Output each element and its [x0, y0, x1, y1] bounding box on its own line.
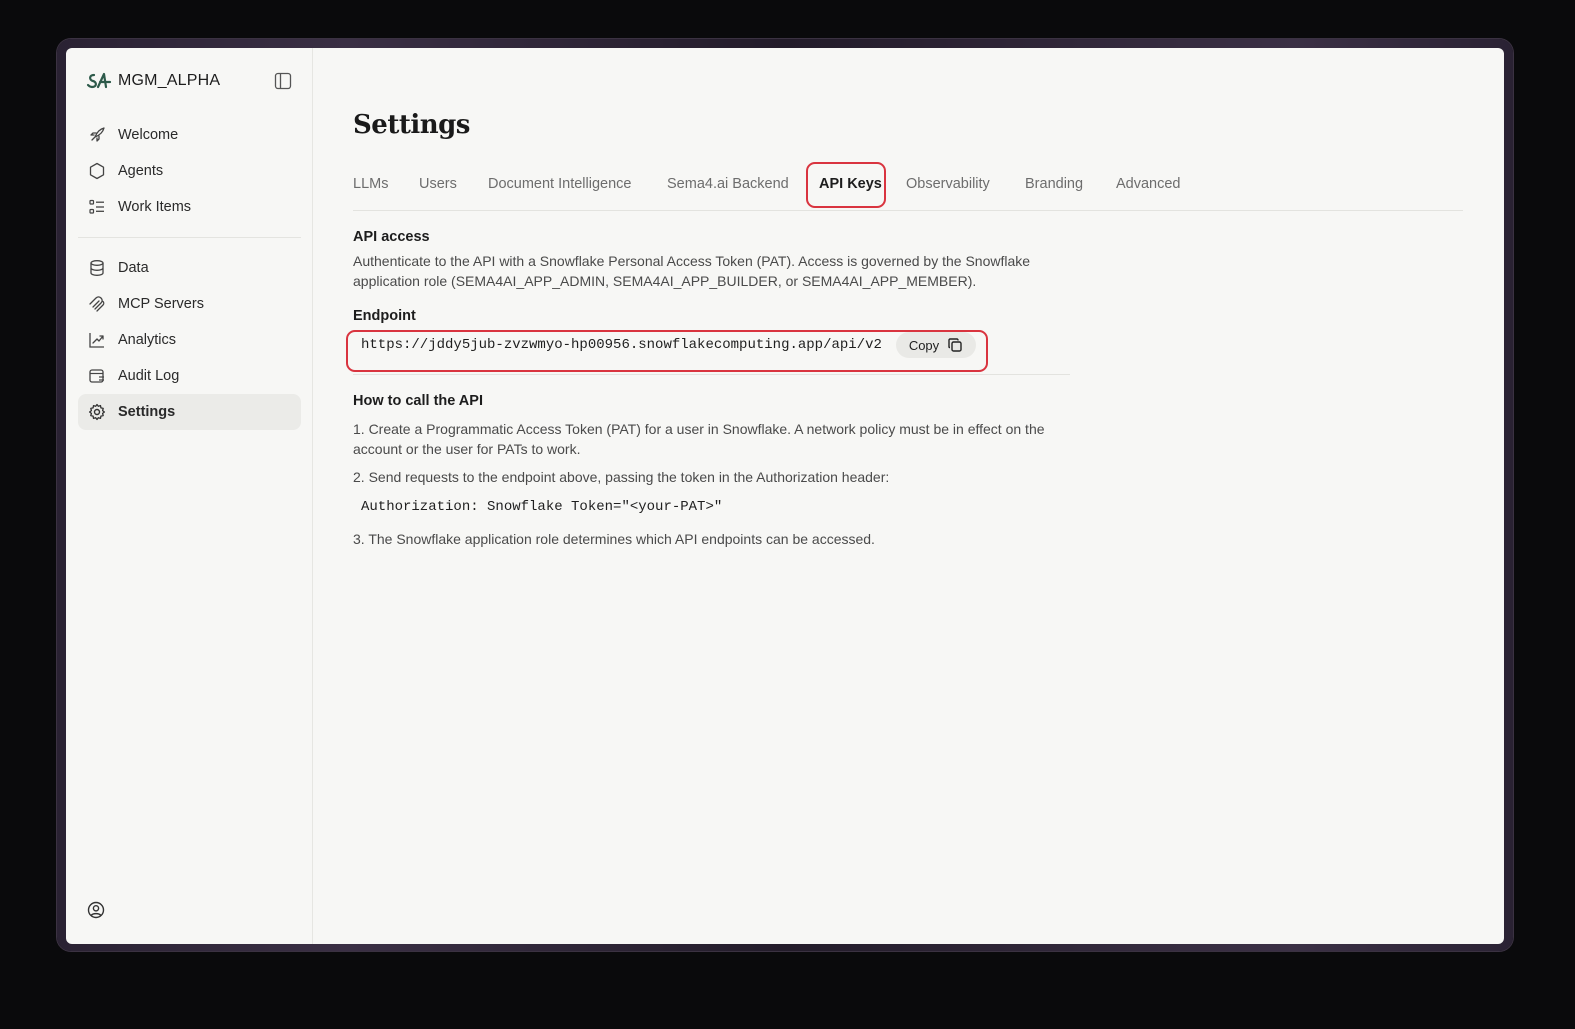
- rocket-icon: [90, 127, 105, 142]
- sema4-logo-icon: [86, 72, 112, 89]
- copy-icon: [948, 338, 962, 352]
- page-title: Settings: [353, 110, 470, 140]
- log-icon: [89, 369, 104, 383]
- copy-button[interactable]: Copy: [896, 332, 976, 358]
- sidebar-item-agents[interactable]: Agents: [78, 153, 301, 189]
- tab-users[interactable]: Users: [419, 162, 457, 206]
- main-content: Settings LLMs Users Document Intelligenc…: [346, 48, 1504, 944]
- settings-tabs: LLMs Users Document Intelligence Sema4.a…: [353, 162, 1463, 211]
- sidebar-item-label: Analytics: [118, 332, 177, 348]
- sidebar-item-settings[interactable]: Settings: [78, 394, 301, 430]
- sidebar-item-label: Welcome: [118, 127, 179, 143]
- endpoint-url[interactable]: https://jddy5jub-zvzwmyo-hp00956.snowfla…: [361, 336, 882, 354]
- tab-sema4ai-backend[interactable]: Sema4.ai Backend: [667, 162, 789, 206]
- tab-document-intelligence[interactable]: Document Intelligence: [488, 162, 631, 206]
- how-to-title: How to call the API: [353, 393, 483, 409]
- database-icon: [90, 260, 104, 276]
- tab-advanced[interactable]: Advanced: [1116, 162, 1181, 206]
- sidebar-item-welcome[interactable]: Welcome: [78, 117, 301, 153]
- api-access-title: API access: [353, 229, 430, 245]
- sidebar-item-audit-log[interactable]: Audit Log: [78, 358, 301, 394]
- sidebar: MGM_ALPHA Welcome Agents Work Items Data: [66, 48, 313, 944]
- sidebar-item-label: Data: [118, 260, 149, 276]
- chart-icon: [89, 333, 104, 348]
- sidebar-item-data[interactable]: Data: [78, 250, 301, 286]
- sidebar-item-work-items[interactable]: Work Items: [78, 189, 301, 225]
- sidebar-item-analytics[interactable]: Analytics: [78, 322, 301, 358]
- copy-button-label: Copy: [908, 337, 940, 353]
- api-access-description: Authenticate to the API with a Snowflake…: [353, 253, 1031, 289]
- tab-llms[interactable]: LLMs: [353, 162, 388, 206]
- sidebar-item-mcp-servers[interactable]: MCP Servers: [78, 286, 301, 322]
- sidebar-item-label: Agents: [118, 163, 164, 179]
- sidebar-item-label: MCP Servers: [118, 296, 204, 312]
- sidebar-item-label: Work Items: [118, 199, 192, 215]
- how-to-step-1: 1. Create a Programmatic Access Token (P…: [353, 421, 1045, 457]
- sidebar-item-label: Settings: [118, 404, 176, 420]
- section-divider: [353, 374, 1070, 375]
- brand[interactable]: MGM_ALPHA: [86, 70, 220, 92]
- sidebar-toggle-icon[interactable]: [274, 72, 292, 90]
- list-icon: [89, 199, 104, 214]
- tab-branding[interactable]: Branding: [1025, 162, 1083, 206]
- sidebar-item-label: Audit Log: [118, 368, 180, 384]
- how-to-step-2: 2. Send requests to the endpoint above, …: [353, 469, 890, 485]
- user-account-icon[interactable]: [86, 900, 106, 920]
- app-window: MGM_ALPHA Welcome Agents Work Items Data: [66, 48, 1504, 944]
- sidebar-nav-top: Welcome Agents Work Items Data MCP Serve…: [78, 117, 301, 430]
- plug-icon: [89, 296, 105, 312]
- app-name: MGM_ALPHA: [118, 72, 221, 89]
- tab-highlight-box: [806, 162, 886, 208]
- gear-icon: [88, 403, 106, 421]
- tab-observability[interactable]: Observability: [906, 162, 990, 206]
- sidebar-divider: [78, 237, 301, 238]
- authorization-code: Authorization: Snowflake Token="<your-PA…: [361, 499, 723, 515]
- hexagon-icon: [89, 162, 105, 180]
- how-to-step-3: 3. The Snowflake application role determ…: [353, 531, 875, 547]
- endpoint-label: Endpoint: [353, 308, 416, 324]
